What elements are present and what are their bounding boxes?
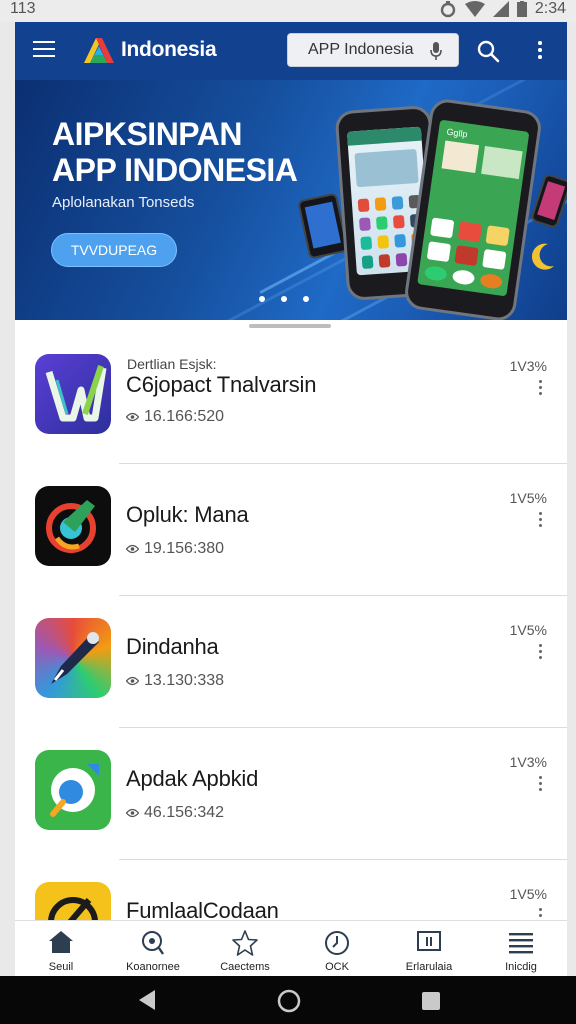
small-phone-illustration xyxy=(529,172,567,230)
phone-screen-label: Ggllp xyxy=(445,126,469,140)
app-version: 1V5% xyxy=(509,886,547,902)
app-name: Opluk: Mana xyxy=(126,502,249,527)
app-icon-search xyxy=(35,750,111,830)
recents-icon[interactable] xyxy=(421,991,441,1011)
nav-item-history[interactable]: OCK xyxy=(291,921,383,976)
search-input[interactable] xyxy=(288,34,428,66)
banner-cta-button[interactable]: TVVDUPEAG xyxy=(51,233,177,267)
app-more-icon[interactable] xyxy=(536,380,544,398)
menu-button[interactable] xyxy=(33,41,55,59)
nav-item-home[interactable]: Seuil xyxy=(15,921,107,976)
nav-label: Erlarulaia xyxy=(405,961,453,973)
app-name: Dindanha xyxy=(126,634,219,659)
clock-icon xyxy=(325,931,349,955)
nav-label: OCK xyxy=(325,961,349,973)
banner-subtitle: Aplolanakan Tonseds xyxy=(52,194,195,211)
app-meta: 46.156:342 xyxy=(126,804,224,822)
bottom-navigation: Seuil Koanornee Caectems OCK Erlarulaia … xyxy=(15,920,567,976)
star-icon xyxy=(232,930,258,956)
home-button-icon[interactable] xyxy=(277,989,301,1013)
status-left-text: 113 xyxy=(10,0,36,17)
banner-title-line2: APP INDONESIA xyxy=(52,152,298,188)
eye-icon xyxy=(126,544,139,554)
eye-icon xyxy=(126,676,139,686)
app-window: Indonesia AIPKSINPAN xyxy=(15,22,567,976)
search-icon[interactable] xyxy=(476,39,500,63)
app-list-item[interactable]: Apdak Apbkid 46.156:342 1V3% xyxy=(15,728,567,860)
app-list-item[interactable]: Opluk: Mana 19.156:380 1V5% xyxy=(15,464,567,596)
banner-title-line1: AIPKSINPAN xyxy=(52,116,242,152)
app-category: Dertlian Esjsk: xyxy=(127,356,217,372)
brand-name: Indonesia xyxy=(121,38,217,61)
app-meta: 13.130:338 xyxy=(126,672,224,690)
app-more-icon[interactable] xyxy=(536,512,544,530)
app-list-item[interactable]: Dindanha 13.130:338 1V5% xyxy=(15,596,567,728)
app-more-icon[interactable] xyxy=(536,644,544,662)
app-name: Apdak Apbkid xyxy=(126,766,259,791)
app-list-item[interactable]: Dertlian Esjsk: C6jopact Tnalvarsin 16.1… xyxy=(15,332,567,464)
app-version: 1V5% xyxy=(509,490,547,506)
top-app-bar: Indonesia xyxy=(15,22,567,80)
home-icon xyxy=(49,931,73,953)
banner-title: AIPKSINPAN APP INDONESIA xyxy=(52,116,298,188)
window-icon xyxy=(417,931,441,951)
list-icon xyxy=(509,933,533,954)
status-icons: 2:34 xyxy=(439,0,566,18)
app-version: 1V5% xyxy=(509,622,547,638)
nav-label: Seuil xyxy=(48,961,74,973)
app-icon-paint xyxy=(35,486,111,566)
system-navigation-bar xyxy=(0,976,576,1024)
microphone-icon[interactable] xyxy=(430,42,442,60)
app-meta-text: 16.166:520 xyxy=(144,408,225,425)
nav-item-search[interactable]: Koanornee xyxy=(107,921,199,976)
search-icon xyxy=(142,931,164,955)
app-more-icon[interactable] xyxy=(536,776,544,794)
eye-icon xyxy=(126,808,139,818)
moon-icon xyxy=(531,243,554,270)
app-icon-w xyxy=(35,354,111,434)
overflow-menu-icon[interactable] xyxy=(536,41,544,63)
nav-label: Caectems xyxy=(220,961,270,973)
wifi-icon xyxy=(464,1,485,17)
carousel-indicator[interactable] xyxy=(259,296,309,302)
nav-label: Inicdig xyxy=(505,961,537,973)
search-bar[interactable] xyxy=(287,33,459,67)
app-meta: 19.156:380 xyxy=(126,540,224,558)
app-meta-text: 19.156:380 xyxy=(144,540,225,557)
battery-icon xyxy=(516,1,527,17)
phone-screen: 113 2:34 Indonesia APP Indonesia AIPKSIN… xyxy=(0,0,576,1024)
app-version: 1V3% xyxy=(509,358,547,374)
app-version: 1V3% xyxy=(509,754,547,770)
app-meta-text: 13.130:338 xyxy=(144,672,225,689)
eye-icon xyxy=(126,412,139,422)
nav-label: Koanornee xyxy=(126,961,180,973)
drag-handle[interactable] xyxy=(249,324,331,328)
signal-icon xyxy=(492,1,509,17)
app-icon-pen xyxy=(35,618,111,698)
promo-banner[interactable]: AIPKSINPAN APP INDONESIA Aplolanakan Ton… xyxy=(15,80,567,320)
app-meta: 16.166:520 xyxy=(126,408,224,426)
nav-item-more[interactable]: Inicdig xyxy=(475,921,567,976)
sync-icon xyxy=(440,1,456,18)
back-icon[interactable] xyxy=(137,989,157,1011)
status-bar: 113 2:34 xyxy=(0,0,576,22)
nav-item-downloads[interactable]: Erlarulaia xyxy=(383,921,475,976)
logo-icon xyxy=(84,38,114,63)
nav-item-favorites[interactable]: Caectems xyxy=(199,921,291,976)
status-time: 2:34 xyxy=(534,0,566,17)
app-meta-text: 46.156:342 xyxy=(144,804,225,821)
app-name: C6jopact Tnalvarsin xyxy=(126,372,317,397)
